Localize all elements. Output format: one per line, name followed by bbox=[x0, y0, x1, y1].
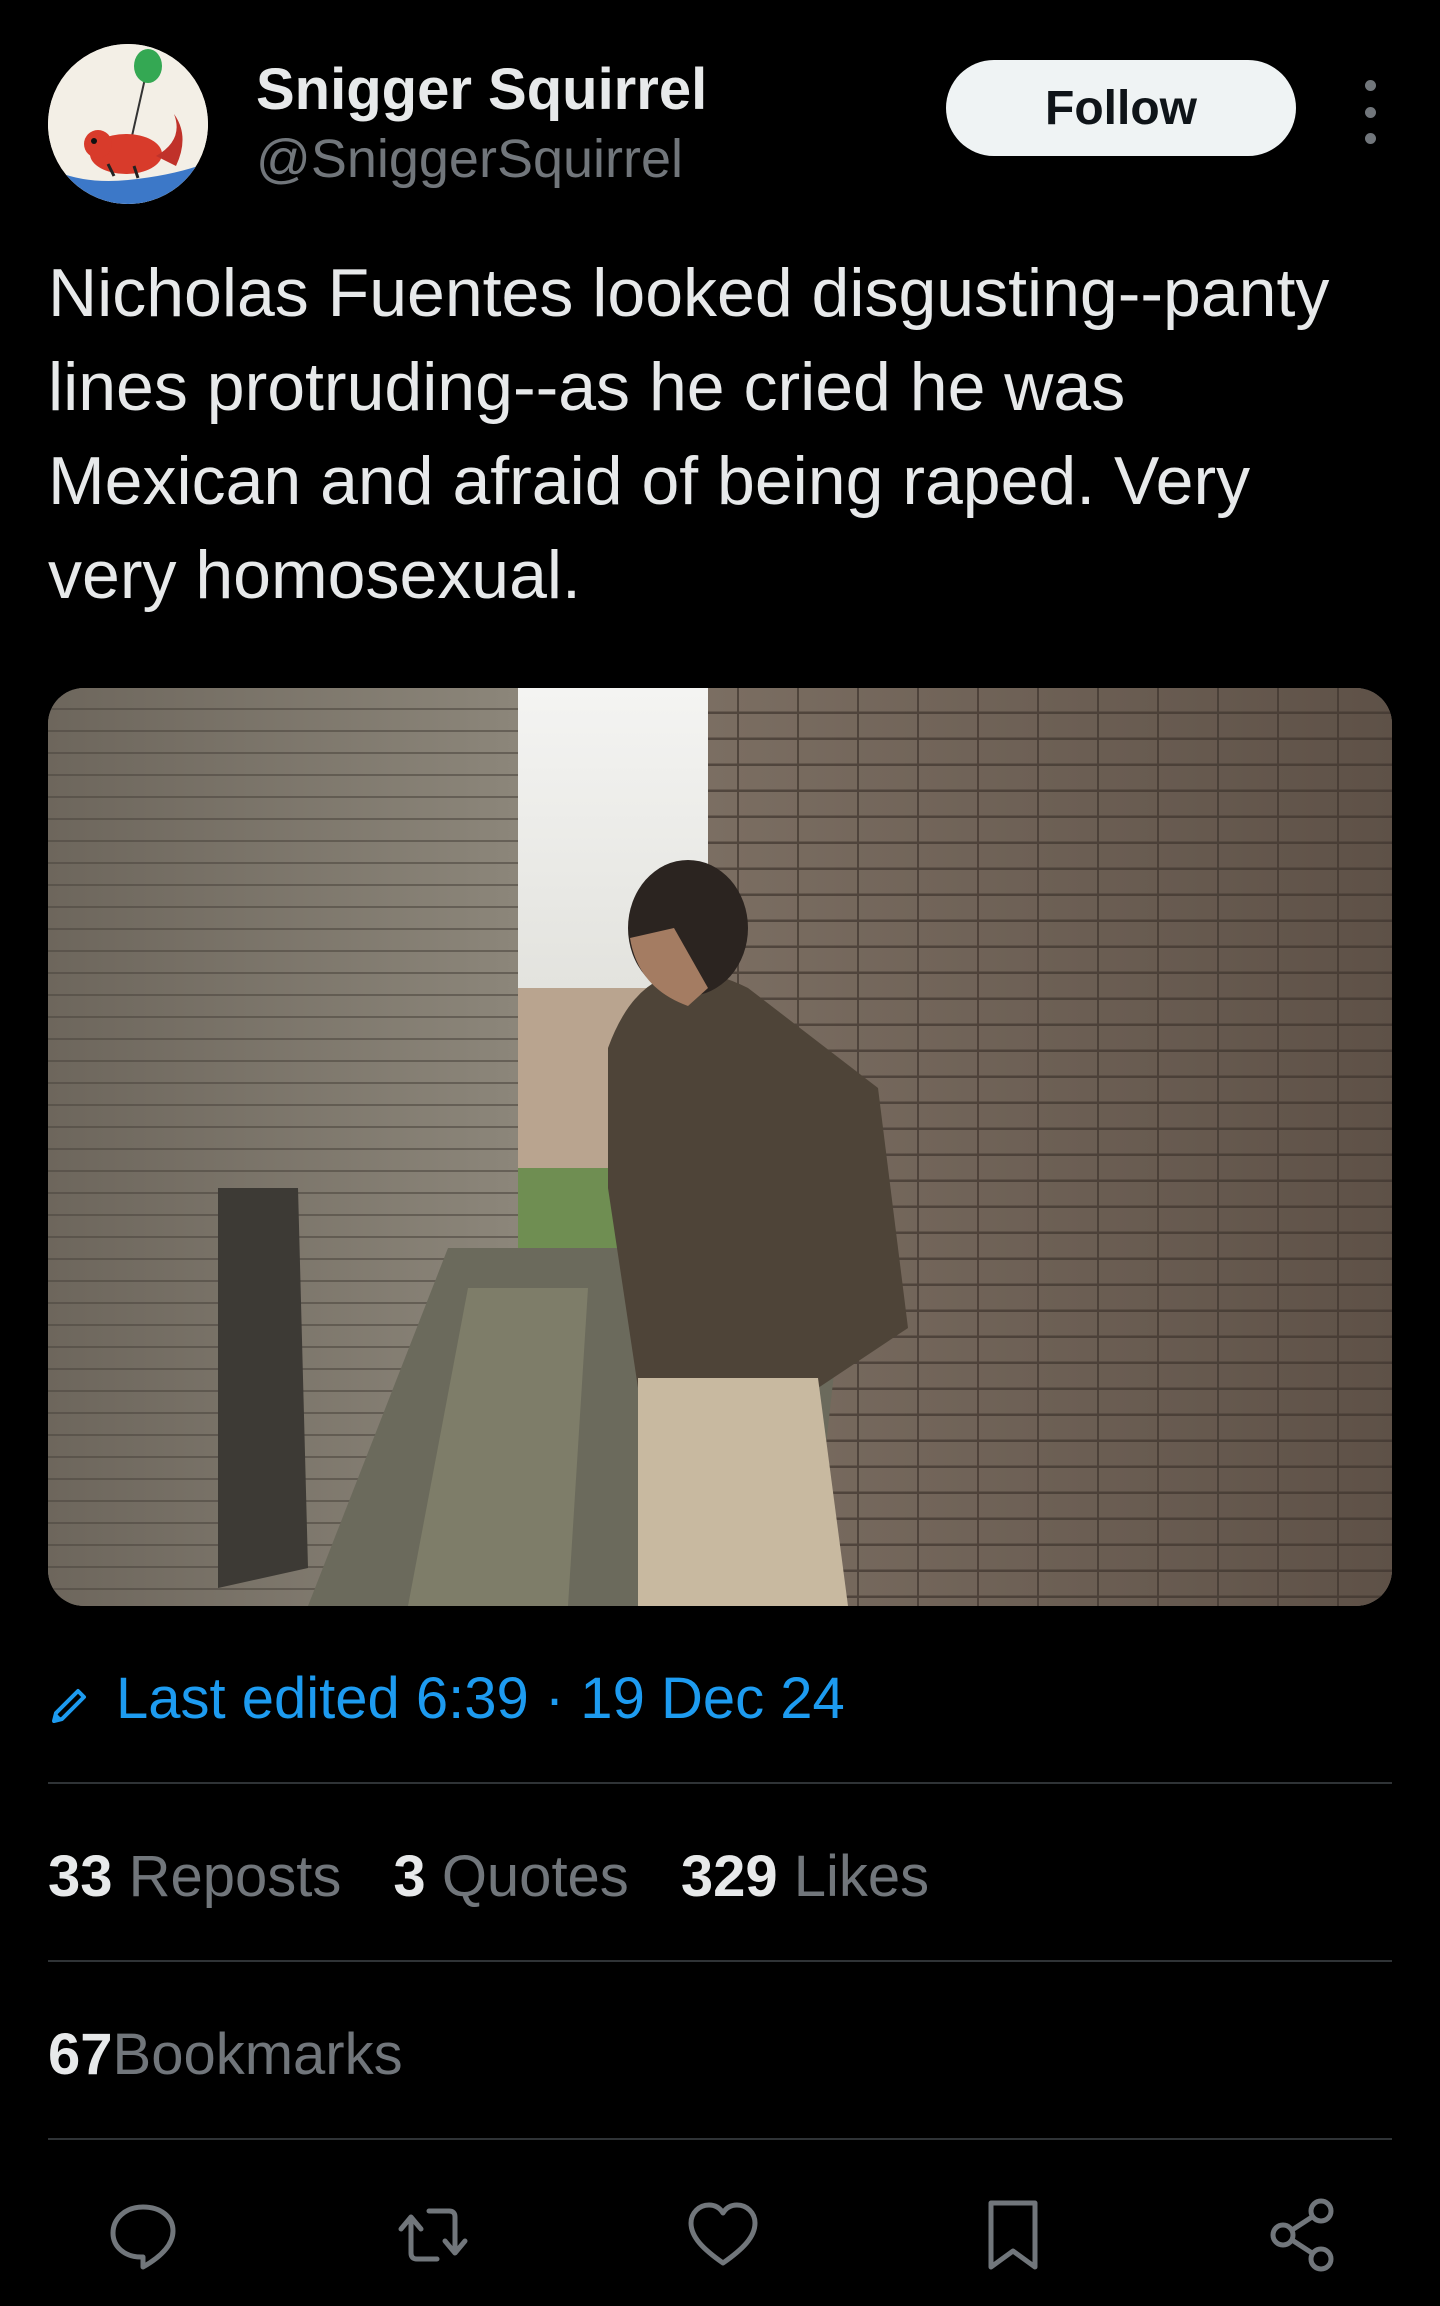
quotes-label: Quotes bbox=[441, 1843, 629, 1909]
reposts-label: Reposts bbox=[128, 1843, 342, 1909]
divider bbox=[48, 2138, 1392, 2140]
reposts-count: 33 bbox=[48, 1843, 113, 1909]
more-vertical-icon-dot bbox=[1364, 133, 1376, 144]
likes-count: 329 bbox=[680, 1843, 778, 1909]
tweet-header: Snigger Squirrel @SniggerSquirrel Follow bbox=[48, 44, 1392, 214]
last-edited-label: Last edited 6:39 · 19 Dec 24 bbox=[116, 1665, 845, 1731]
author-handle[interactable]: @SniggerSquirrel bbox=[256, 128, 683, 190]
more-options-button[interactable] bbox=[1348, 80, 1392, 144]
divider bbox=[48, 1782, 1392, 1784]
reply-icon bbox=[110, 2204, 176, 2270]
author-avatar[interactable] bbox=[48, 44, 208, 204]
last-edited-link[interactable]: Last edited 6:39 · 19 Dec 24 bbox=[48, 1660, 845, 1736]
bookmarks-count: 67 bbox=[48, 2021, 113, 2087]
tweet-action-bar bbox=[48, 2190, 1392, 2280]
bookmarks-stat[interactable]: 67 Bookmarks bbox=[48, 2016, 403, 2092]
engagement-stats: 33 Reposts 3 Quotes 329 Likes bbox=[48, 1838, 981, 1914]
video-thumbnail-alley-icon bbox=[48, 688, 1392, 1606]
tweet-media-video[interactable] bbox=[48, 688, 1392, 1606]
like-icon bbox=[688, 2202, 758, 2266]
reply-button[interactable] bbox=[98, 2190, 188, 2280]
bookmark-button[interactable] bbox=[968, 2190, 1058, 2280]
more-vertical-icon bbox=[1364, 80, 1376, 91]
likes-stat[interactable]: 329 Likes bbox=[681, 1843, 929, 1910]
share-icon bbox=[1270, 2198, 1334, 2272]
quotes-stat[interactable]: 3 Quotes bbox=[393, 1843, 628, 1910]
bookmark-icon bbox=[988, 2200, 1038, 2270]
tweet-text: Nicholas Fuentes looked disgusting--pant… bbox=[48, 255, 1349, 613]
quotes-count: 3 bbox=[393, 1843, 426, 1909]
like-button[interactable] bbox=[678, 2190, 768, 2280]
share-button[interactable] bbox=[1258, 2190, 1348, 2280]
likes-label: Likes bbox=[793, 1843, 930, 1909]
repost-button[interactable] bbox=[388, 2190, 478, 2280]
squirrel-cartoon-avatar-icon bbox=[48, 44, 208, 204]
repost-icon bbox=[398, 2208, 468, 2262]
follow-button[interactable]: Follow bbox=[946, 60, 1296, 156]
author-display-name[interactable]: Snigger Squirrel bbox=[256, 56, 707, 123]
bookmarks-label: Bookmarks bbox=[112, 2021, 403, 2087]
reposts-stat[interactable]: 33 Reposts bbox=[48, 1843, 341, 1910]
more-vertical-icon-dot bbox=[1364, 106, 1376, 118]
pencil-icon bbox=[48, 1674, 96, 1723]
divider bbox=[48, 1960, 1392, 1962]
